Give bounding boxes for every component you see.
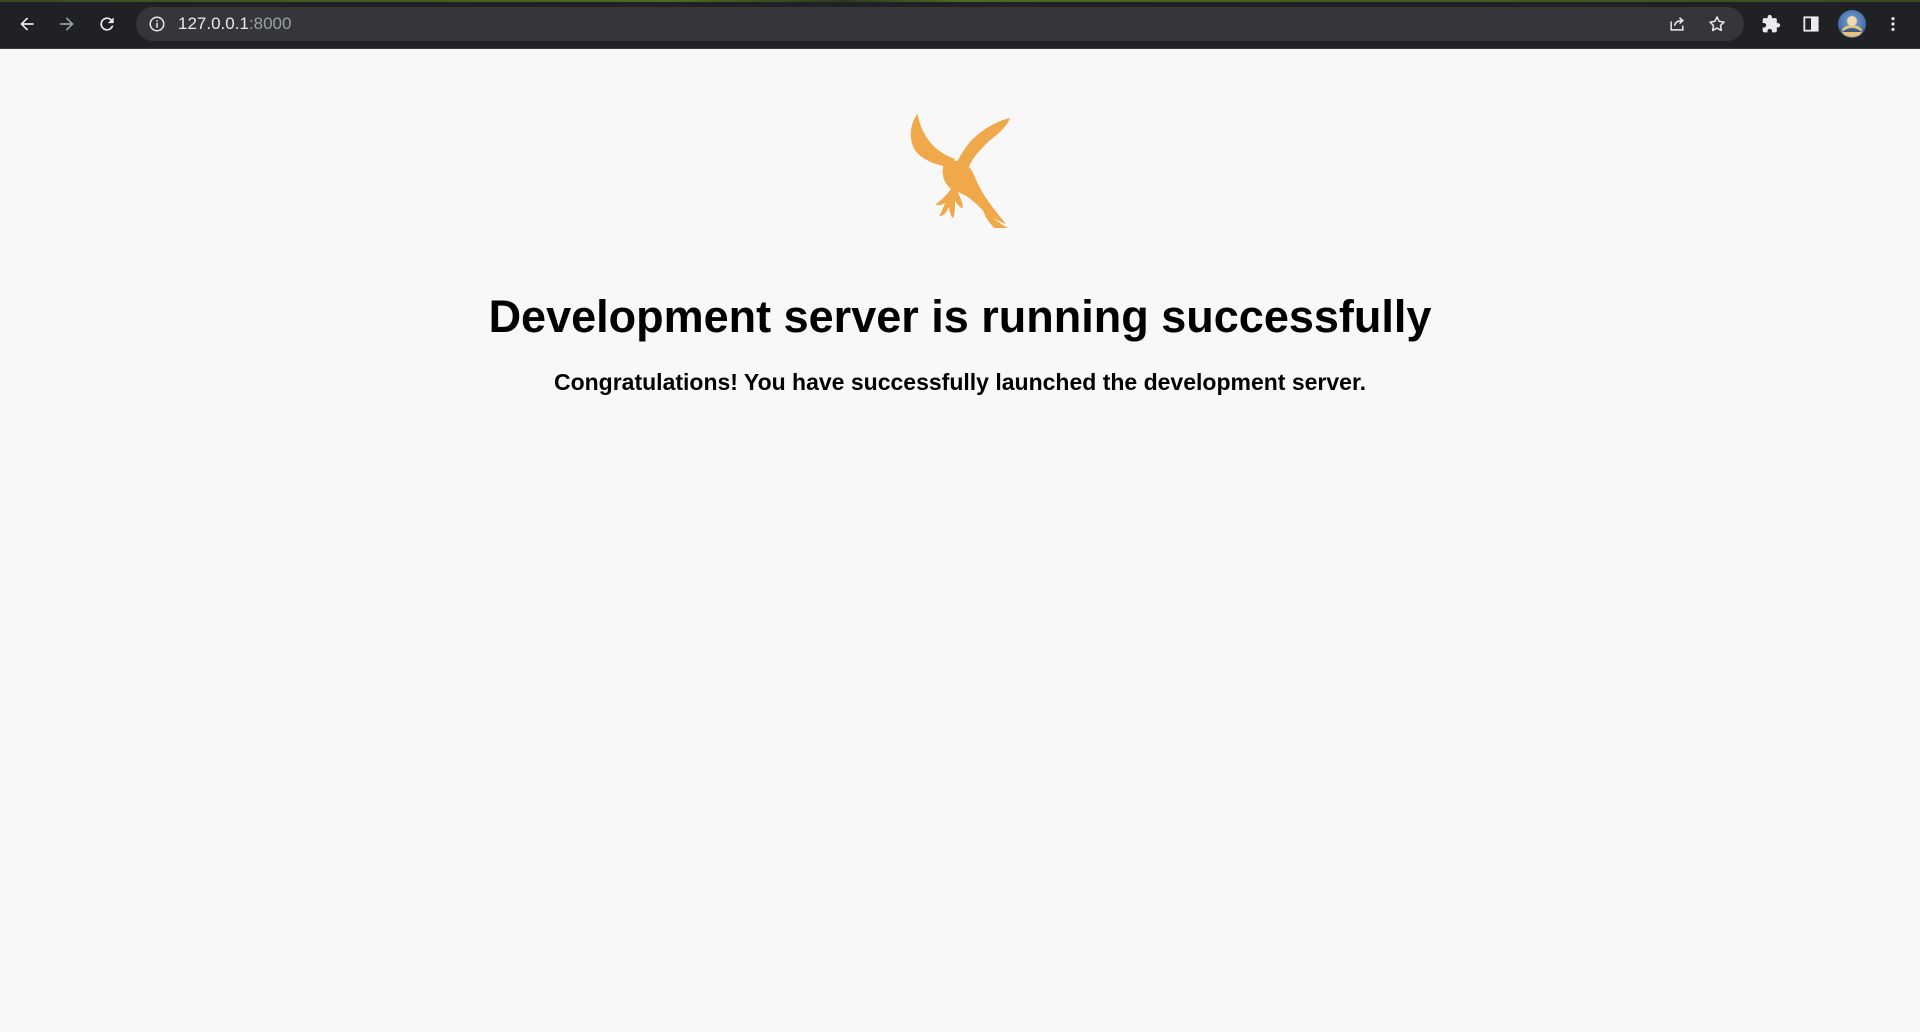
url-port: :8000 (248, 14, 292, 33)
address-bar[interactable]: 127.0.0.1:8000 (136, 7, 1744, 41)
browser-menu-button[interactable] (1878, 9, 1908, 39)
url-host: 127.0.0.1 (178, 14, 249, 33)
arrow-right-icon (60, 17, 74, 31)
url-text[interactable]: 127.0.0.1:8000 (178, 15, 291, 33)
side-panel-icon (1803, 16, 1819, 32)
page-content: Development server is running successful… (0, 48, 1920, 1032)
share-icon[interactable] (1667, 14, 1687, 34)
reload-button[interactable] (92, 9, 122, 39)
page-title: Development server is running successful… (488, 291, 1432, 342)
info-icon[interactable] (148, 15, 166, 33)
tab-strip-accent (0, 0, 1920, 2)
reload-icon (100, 17, 114, 31)
browser-toolbar: 127.0.0.1:8000 (0, 0, 1920, 49)
eagle-logo (910, 113, 1011, 228)
side-panel-button[interactable] (1796, 9, 1826, 39)
forward-button[interactable] (52, 9, 82, 39)
kebab-menu-icon (1891, 17, 1895, 31)
puzzle-icon (1762, 14, 1781, 33)
arrow-left-icon (20, 17, 34, 31)
star-icon[interactable] (1707, 14, 1727, 34)
profile-avatar[interactable] (1838, 10, 1866, 38)
avatar-image (1842, 16, 1862, 37)
extensions-button[interactable] (1756, 9, 1786, 39)
page-subtitle: Congratulations! You have successfully l… (553, 369, 1367, 395)
back-button[interactable] (12, 9, 42, 39)
